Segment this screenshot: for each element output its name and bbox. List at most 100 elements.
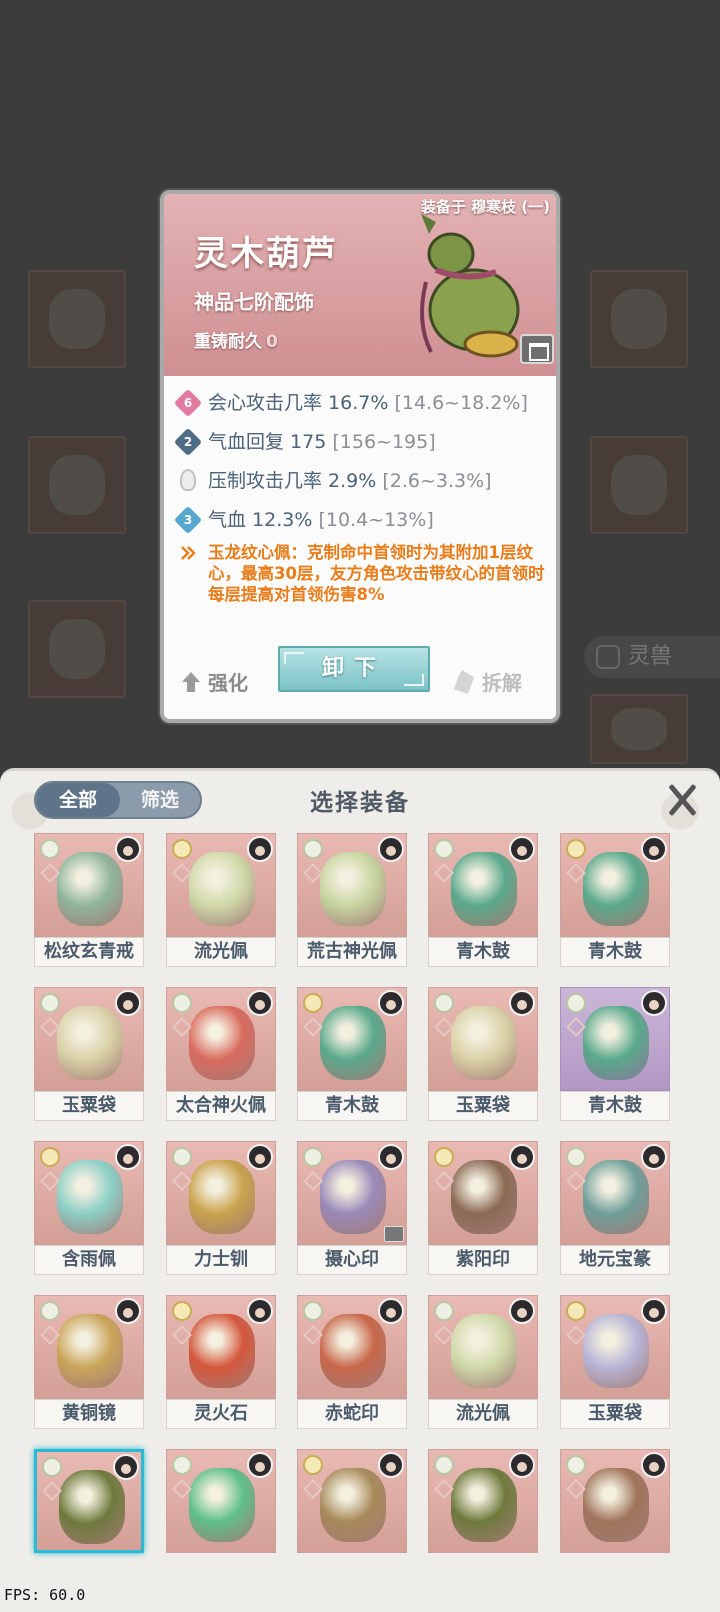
effect-rune-icon [181,546,196,560]
equipment-slot[interactable]: 紫阳印 [428,1141,538,1275]
owner-avatar [641,1298,667,1324]
equipment-slot[interactable]: 青木鼓 [297,987,407,1121]
item-grade: 神品七阶配饰 [194,290,314,314]
stat-value: 气血回复 175 [208,431,327,453]
equipment-slot[interactable]: 黄铜镜 [34,1295,144,1429]
owner-avatar [641,836,667,862]
equipment-artwork [297,1141,407,1245]
equipment-item-icon [189,852,255,926]
equipment-slot[interactable]: 赤蛇印 [297,1295,407,1429]
owner-avatar [247,1144,273,1170]
equipment-artwork [428,987,538,1091]
equipment-artwork [166,833,276,937]
equipment-name: 紫阳印 [428,1245,538,1275]
equipment-slot[interactable] [297,1449,407,1581]
stat-row: 压制攻击几率 2.9% [2.6~3.3%] [178,464,550,503]
close-icon[interactable] [664,781,700,817]
unequip-button[interactable]: 卸下 [278,646,430,692]
equipment-name: 流光佩 [428,1399,538,1429]
owner-avatar [115,1298,141,1324]
owner-avatar [247,1298,273,1324]
special-effect-text: 玉龙纹心佩：克制命中首领时为其附加1层纹心，最高30层，友方角色攻击带纹心的首领… [208,543,545,604]
equipment-slot[interactable]: 含雨佩 [34,1141,144,1275]
equipment-item-icon [189,1006,255,1080]
owner-avatar [378,1452,404,1478]
equipment-item-icon [320,852,386,926]
equipment-slot[interactable]: 玉粟袋 [34,987,144,1121]
equipment-item-icon [451,1160,517,1234]
stat-row: 3 气血 12.3% [10.4~13%] [173,503,550,542]
bg-slot-helmet [28,436,126,534]
owner-avatar [641,990,667,1016]
bg-slot-ring [590,436,688,534]
equipment-slot[interactable]: 荒古神光佩 [297,833,407,967]
up-arrow-icon [182,672,200,692]
equipment-artwork [166,1295,276,1399]
stat-list: 6 会心攻击几率 16.7% [14.6~18.2%] 2 气血回复 175 [… [173,386,550,542]
owner-avatar [113,1454,139,1480]
upgrade-button[interactable]: 强化 [180,668,260,698]
equipment-artwork [166,1141,276,1245]
stat-value: 压制攻击几率 2.9% [208,470,377,492]
equipment-item-icon [583,1468,649,1542]
select-equipment-panel: 全部 筛选 选择装备 松纹玄青戒 流光佩 荒古神光佩 青木鼓 青木鼓 玉粟袋 太合神火佩 青木… [0,768,720,1612]
equipment-slot[interactable]: 青木鼓 [560,987,670,1121]
equipment-slot[interactable]: 玉粟袋 [560,1295,670,1429]
owner-avatar [509,836,535,862]
equipment-artwork [34,833,144,937]
quality-jade-icon [303,993,323,1013]
equipment-slot[interactable]: 松纹玄青戒 [34,833,144,967]
equipment-name: 黄铜镜 [34,1399,144,1429]
spirit-beast-button[interactable]: 灵兽 [584,636,720,678]
quality-jade-icon [434,1301,454,1321]
card-header: 装备于 穆寒枝 (一) 灵木葫芦 神品七阶配饰 重铸耐久 0 [164,194,556,376]
equipment-name: 玉粟袋 [428,1091,538,1121]
equipment-slot[interactable]: 地元宝篆 [560,1141,670,1275]
equipment-artwork [428,1449,538,1553]
equipment-slot[interactable] [166,1449,276,1581]
equipment-name: 力士钏 [166,1245,276,1275]
quality-jade-icon [434,839,454,859]
equipment-slot[interactable]: 青木鼓 [428,833,538,967]
quality-jade-icon [566,839,586,859]
quality-jade-icon [40,839,60,859]
equipment-artwork [297,1295,407,1399]
equipment-item-icon [189,1160,255,1234]
dismantle-button[interactable]: 拆解 [450,668,534,698]
equipment-slot[interactable]: 摄心印 [297,1141,407,1275]
stat-range: [14.6~18.2%] [394,392,528,414]
equipment-slot[interactable]: 青木鼓 [560,833,670,967]
quality-jade-icon [566,1455,586,1475]
equipment-slot[interactable]: 太合神火佩 [166,987,276,1121]
equipment-slot[interactable] [560,1449,670,1581]
bg-slot-accessory [590,270,688,368]
equipment-artwork [297,987,407,1091]
bg-slot-pet [590,694,688,764]
equipment-slot[interactable] [428,1449,538,1581]
bg-slot-armor [28,600,126,698]
owner-avatar [509,1452,535,1478]
quality-jade-icon [566,1301,586,1321]
equipment-slot[interactable]: 流光佩 [166,833,276,967]
equipment-slot[interactable]: 灵火石 [166,1295,276,1429]
equipment-artwork [428,833,538,937]
equipment-artwork [560,833,670,937]
stat-value: 气血 12.3% [208,509,313,531]
owner-avatar [247,1452,273,1478]
equipment-item-icon [583,1314,649,1388]
equipment-slot[interactable]: 力士钏 [166,1141,276,1275]
equipment-artwork [560,1141,670,1245]
quality-jade-icon [172,1455,192,1475]
equipment-name: 流光佩 [166,937,276,967]
quality-jade-icon [40,1147,60,1167]
equipment-slot[interactable] [34,1449,144,1581]
equipment-slot[interactable]: 玉粟袋 [428,987,538,1121]
owner-avatar [115,1144,141,1170]
equipment-slot[interactable]: 流光佩 [428,1295,538,1429]
lock-button[interactable] [520,334,554,364]
equipment-item-icon [57,1160,123,1234]
equipment-item-icon [189,1314,255,1388]
equipment-artwork [34,1295,144,1399]
equipment-item-icon [451,852,517,926]
panel-title: 选择装备 [310,790,410,816]
